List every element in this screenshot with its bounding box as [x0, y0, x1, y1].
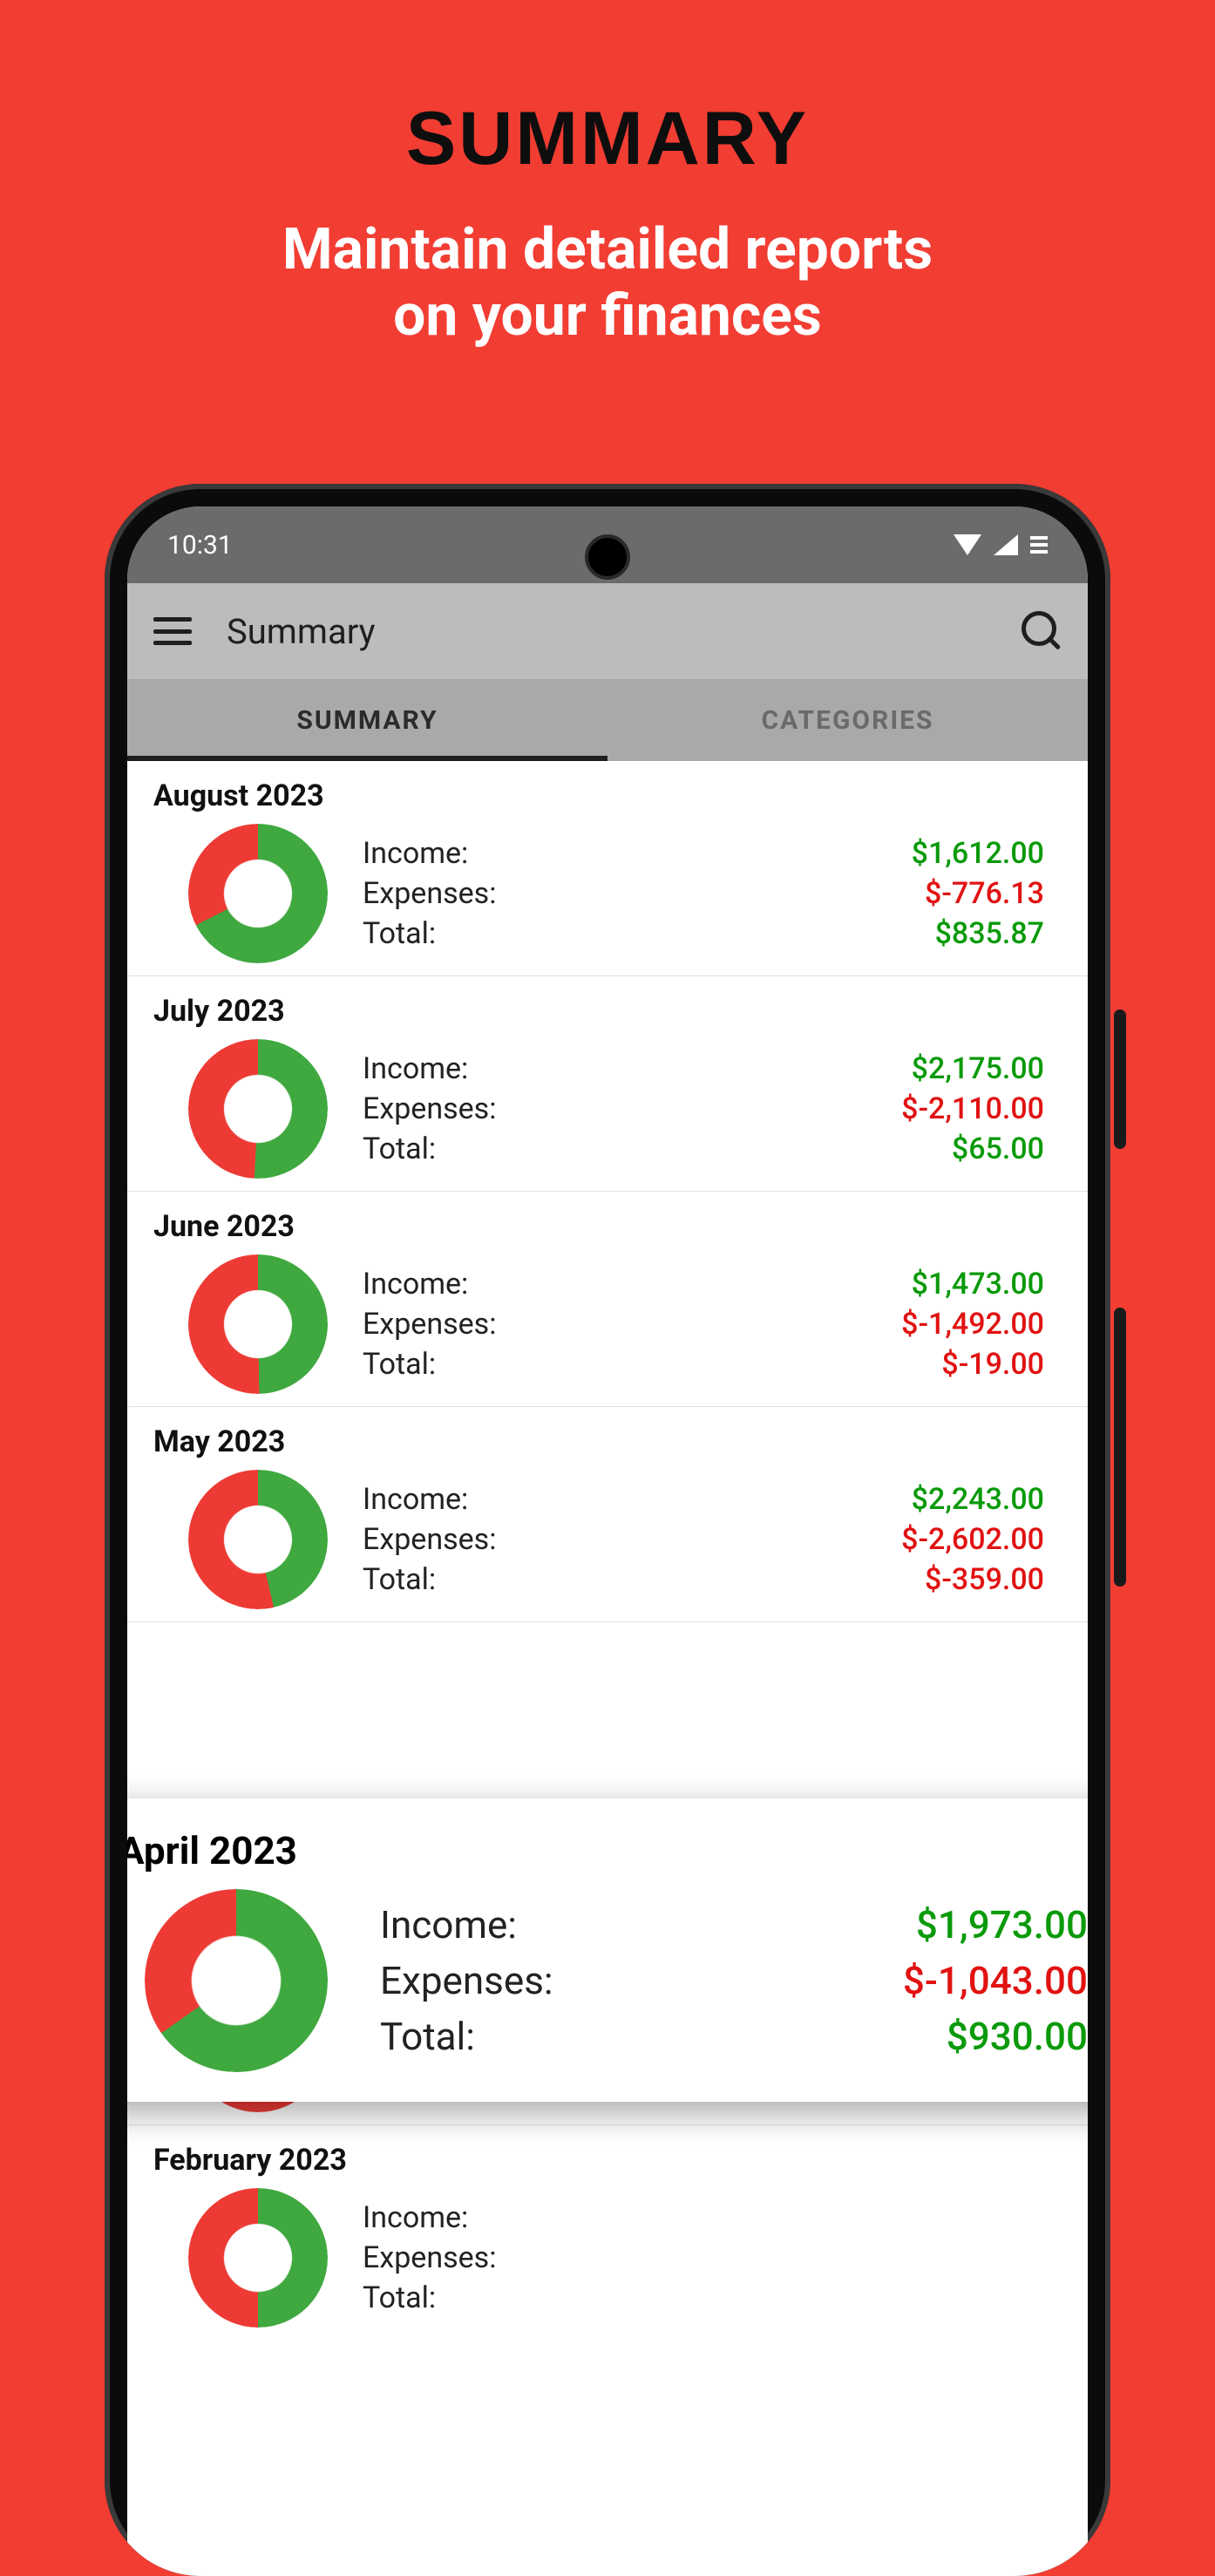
month-label: April 2023 — [127, 1828, 1088, 1873]
summary-row[interactable]: June 2023 Income:$1,473.00Expenses:$-1,49… — [127, 1192, 1088, 1407]
total-label: Total: — [363, 2280, 1044, 2315]
donut-chart — [188, 1039, 328, 1179]
phone-frame: 10:31 Summary SUMMARY CATEGORIES August … — [105, 484, 1110, 2576]
expenses-label: Expenses: — [363, 1091, 901, 1126]
search-button[interactable] — [1022, 611, 1062, 651]
income-amount: $2,243.00 — [901, 1482, 1044, 1517]
camera-cutout — [585, 534, 630, 580]
promo-subtitle-line2: on your finances — [393, 282, 822, 350]
summary-row[interactable]: July 2023 Income:$2,175.00Expenses:$-2,11… — [127, 976, 1088, 1192]
promo-subtitle-line1: Maintain detailed reports — [282, 216, 933, 283]
search-icon — [1022, 611, 1062, 651]
tabs: SUMMARY CATEGORIES — [127, 679, 1088, 761]
expenses-label: Expenses: — [380, 1958, 903, 2003]
total-amount: $835.87 — [912, 916, 1044, 951]
income-label: Income: — [363, 2200, 1044, 2235]
promo-subtitle: Maintain detailed reports on your financ… — [0, 217, 1215, 350]
summary-row-highlight[interactable]: April 2023 Income:$1,973.00Expenses:$-1,0… — [127, 1798, 1088, 2102]
phone-screen: 10:31 Summary SUMMARY CATEGORIES August … — [127, 506, 1088, 2576]
income-label: Income: — [363, 1267, 901, 1302]
figures: Income:$1,612.00Expenses:$-776.13Total:$… — [363, 836, 1062, 951]
income-amount: $2,175.00 — [901, 1051, 1044, 1086]
phone-side-button — [1114, 1308, 1126, 1587]
income-label: Income: — [380, 1902, 903, 1947]
income-label: Income: — [363, 1051, 901, 1086]
month-label: May 2023 — [153, 1424, 1062, 1459]
donut-chart — [188, 1470, 328, 1609]
expenses-label: Expenses: — [363, 876, 912, 911]
expenses-label: Expenses: — [363, 1522, 901, 1557]
figures: Income:$2,243.00Expenses:$-2,602.00Total… — [363, 1482, 1062, 1597]
income-label: Income: — [363, 836, 912, 871]
promo-title: SUMMARY — [0, 0, 1215, 182]
month-label: July 2023 — [153, 994, 1062, 1029]
donut-chart — [188, 2188, 328, 2328]
appbar-title: Summary — [227, 611, 376, 652]
summary-row[interactable]: May 2023 Income:$2,243.00Expenses:$-2,602… — [127, 1407, 1088, 1622]
income-amount: $1,473.00 — [901, 1267, 1044, 1302]
total-amount: $930.00 — [903, 2014, 1088, 2059]
tab-categories[interactable]: CATEGORIES — [608, 679, 1088, 761]
total-label: Total: — [363, 1347, 901, 1382]
figures: Income: Expenses: Total: — [363, 2200, 1062, 2315]
month-label: June 2023 — [153, 1209, 1062, 1244]
hamburger-icon[interactable] — [153, 617, 192, 645]
expenses-amount: $-2,602.00 — [901, 1522, 1044, 1557]
total-amount: $-19.00 — [901, 1347, 1044, 1382]
total-label: Total: — [363, 1132, 901, 1166]
total-amount: $65.00 — [901, 1132, 1044, 1166]
summary-row[interactable]: August 2023 Income:$1,612.00Expenses:$-77… — [127, 761, 1088, 976]
income-label: Income: — [363, 1482, 901, 1517]
expenses-label: Expenses: — [363, 2240, 1044, 2275]
donut-chart — [145, 1889, 328, 2072]
figures: Income:$1,473.00Expenses:$-1,492.00Total… — [363, 1267, 1062, 1382]
total-label: Total: — [363, 916, 912, 951]
expenses-amount: $-1,043.00 — [903, 1958, 1088, 2003]
expenses-amount: $-1,492.00 — [901, 1307, 1044, 1342]
total-label: Total: — [380, 2014, 903, 2059]
summary-list[interactable]: August 2023Income:$1,612.00Expenses:$-77… — [127, 761, 1088, 2340]
status-menu-icon — [1030, 536, 1048, 554]
tab-summary[interactable]: SUMMARY — [127, 679, 608, 761]
phone-side-button — [1114, 1009, 1126, 1149]
donut-chart — [188, 1254, 328, 1394]
income-amount: $1,612.00 — [912, 836, 1044, 871]
wifi-icon — [954, 534, 981, 555]
summary-row[interactable]: February 2023 Income: Expenses: Total: — [127, 2125, 1088, 2340]
app-bar: Summary — [127, 583, 1088, 679]
month-label: August 2023 — [153, 778, 1062, 813]
expenses-label: Expenses: — [363, 1307, 901, 1342]
signal-icon — [994, 534, 1018, 555]
status-time: 10:31 — [167, 530, 233, 561]
donut-chart — [188, 824, 328, 963]
expenses-amount: $-2,110.00 — [901, 1091, 1044, 1126]
income-amount: $1,973.00 — [903, 1902, 1088, 1947]
expenses-amount: $-776.13 — [912, 876, 1044, 911]
total-label: Total: — [363, 1562, 901, 1597]
figures: Income:$2,175.00Expenses:$-2,110.00Total… — [363, 1051, 1062, 1166]
month-label: February 2023 — [153, 2143, 1062, 2178]
total-amount: $-359.00 — [901, 1562, 1044, 1597]
figures: Income:$1,973.00Expenses:$-1,043.00Total… — [380, 1902, 1088, 2059]
